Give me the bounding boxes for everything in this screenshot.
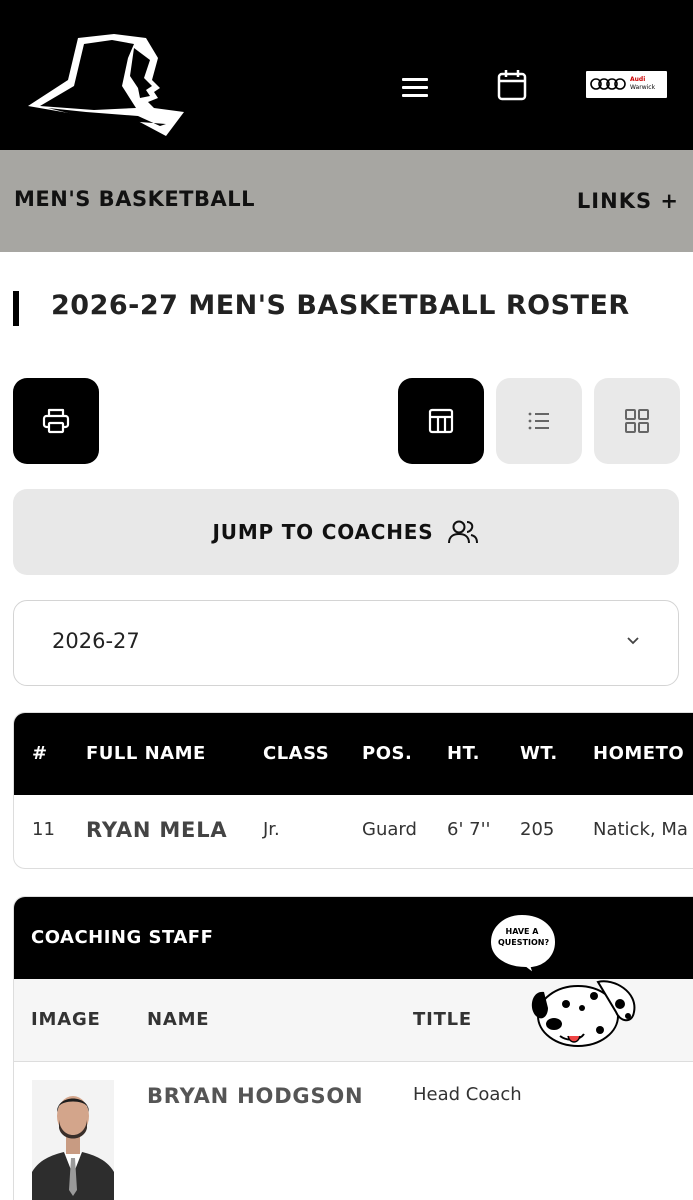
player-height: 6' 7'' bbox=[447, 819, 491, 840]
player-name-link[interactable]: RYAN MELA bbox=[86, 818, 227, 842]
col-hometown[interactable]: HOMETO bbox=[593, 743, 684, 764]
list-view-icon bbox=[528, 412, 549, 430]
col-weight[interactable]: WT. bbox=[520, 743, 558, 764]
col-class[interactable]: CLASS bbox=[263, 743, 329, 764]
chat-widget[interactable]: HAVE A QUESTION? bbox=[488, 912, 638, 1052]
grid-view-icon bbox=[625, 409, 649, 433]
sport-title[interactable]: MEN'S BASKETBALL bbox=[14, 187, 255, 211]
sponsor-location: Warwick bbox=[630, 84, 656, 91]
sponsor-logo[interactable]: Audi Warwick bbox=[586, 71, 667, 98]
col-full-name[interactable]: FULL NAME bbox=[86, 743, 206, 764]
users-icon bbox=[448, 520, 479, 544]
player-hometown: Natick, Ma bbox=[593, 819, 688, 840]
coach-title: Head Coach bbox=[413, 1084, 522, 1105]
site-header: TM Audi Warwick bbox=[0, 0, 693, 150]
table-view-icon bbox=[428, 408, 454, 434]
player-weight: 205 bbox=[520, 819, 555, 840]
hamburger-icon[interactable] bbox=[398, 72, 432, 104]
sponsor-brand: Audi bbox=[630, 76, 646, 83]
title-accent-bar bbox=[13, 291, 19, 326]
grid-view-button[interactable] bbox=[594, 378, 680, 464]
svg-text:TM: TM bbox=[161, 110, 169, 116]
chat-bubble-text: HAVE A QUESTION? bbox=[498, 927, 550, 947]
roster-header-row: # FULL NAME CLASS POS. HT. WT. HOMETO bbox=[14, 713, 693, 795]
list-view-button[interactable] bbox=[496, 378, 582, 464]
col-title[interactable]: TITLE bbox=[413, 1009, 472, 1030]
staff-title: COACHING STAFF bbox=[31, 927, 214, 948]
col-name[interactable]: NAME bbox=[147, 1009, 209, 1030]
print-button[interactable] bbox=[13, 378, 99, 464]
coach-photo[interactable] bbox=[32, 1080, 114, 1200]
friar-logo-icon[interactable]: TM bbox=[26, 28, 188, 140]
chevron-down-icon bbox=[627, 637, 639, 645]
table-view-button[interactable] bbox=[398, 378, 484, 464]
player-class: Jr. bbox=[263, 819, 280, 840]
season-select[interactable]: 2026-27 bbox=[13, 600, 679, 686]
col-position[interactable]: POS. bbox=[362, 743, 412, 764]
season-value: 2026-27 bbox=[52, 629, 140, 653]
col-image: IMAGE bbox=[31, 1009, 101, 1030]
jump-to-coaches-button[interactable]: JUMP TO COACHES bbox=[13, 489, 679, 575]
jump-label: JUMP TO COACHES bbox=[212, 520, 434, 544]
col-number[interactable]: # bbox=[32, 743, 48, 764]
roster-table: # FULL NAME CLASS POS. HT. WT. HOMETO 11… bbox=[13, 712, 693, 869]
coach-name-link[interactable]: BRYAN HODGSON bbox=[147, 1084, 363, 1108]
audi-rings-icon bbox=[590, 78, 626, 90]
player-position: Guard bbox=[362, 819, 417, 840]
player-number: 11 bbox=[32, 819, 55, 840]
coach-headshot-icon bbox=[32, 1080, 114, 1200]
printer-icon bbox=[42, 408, 70, 434]
page-title: 2026-27 MEN'S BASKETBALL ROSTER bbox=[51, 290, 630, 321]
links-toggle-button[interactable]: LINKS + bbox=[577, 189, 679, 213]
calendar-icon[interactable] bbox=[494, 68, 530, 104]
col-height[interactable]: HT. bbox=[447, 743, 480, 764]
